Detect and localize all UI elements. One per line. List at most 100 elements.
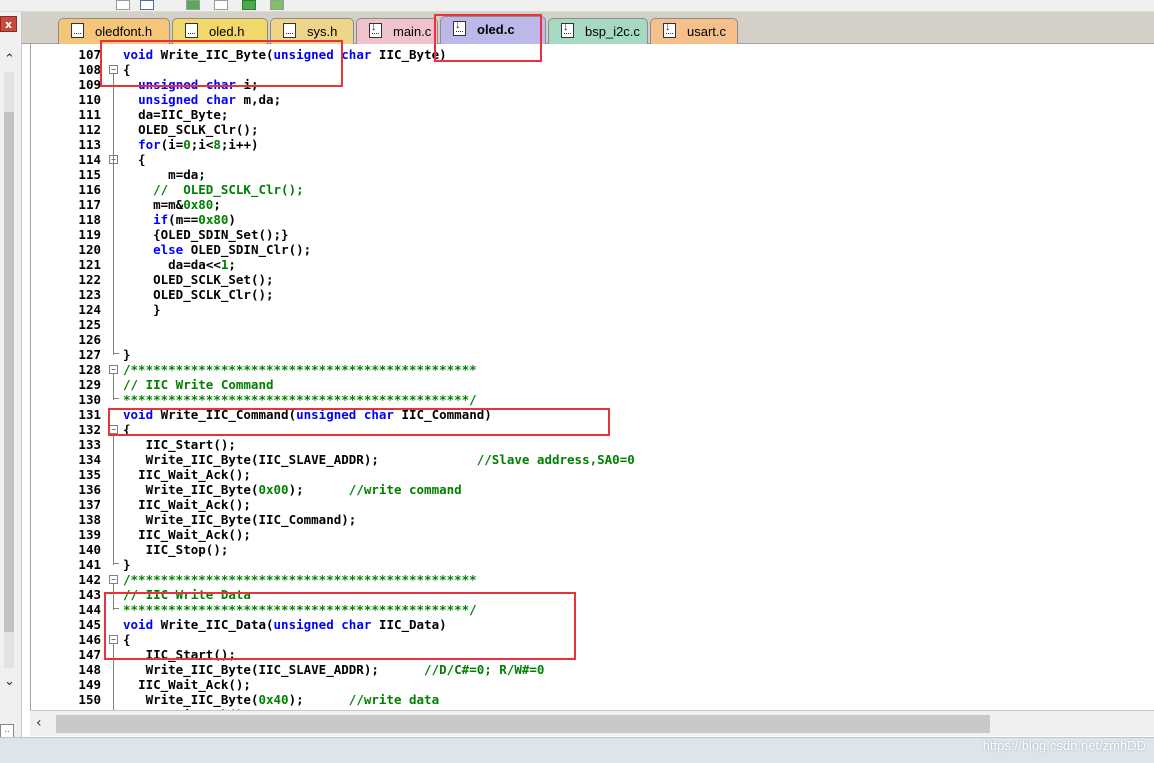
code-text: IIC_Start(); [145,437,236,452]
tab-label: usart.c [687,24,727,39]
vertical-scroll-thumb[interactable] [4,112,14,632]
code-line-143[interactable]: 143 // IIC Write Data [31,587,1154,602]
line-number: 118 [78,212,101,227]
code-line-147[interactable]: 147 IIC_Start(); [31,647,1154,662]
code-text: } [123,347,131,362]
code-line-142[interactable]: 142−/***********************************… [31,572,1154,587]
line-number: 125 [78,317,101,332]
code-line-141[interactable]: 141} [31,557,1154,572]
tab-bsp-i2c-c[interactable]: bsp_i2c.c [548,18,648,44]
image-icon[interactable] [270,0,284,10]
code-line-107[interactable]: 107 void Write_IIC_Byte(unsigned char IIC… [31,47,1154,62]
tab-usart-c[interactable]: usart.c [650,18,738,44]
code-line-130[interactable]: 130 *************************************… [31,392,1154,407]
code-line-123[interactable]: 123 OLED_SCLK_Clr(); [31,287,1154,302]
scroll-down-icon[interactable]: ⌄ [4,674,15,689]
tab-label: sys.h [307,24,338,39]
tab-label: oled.c [477,22,515,37]
line-number: 140 [78,542,101,557]
code-text: /***************************************… [123,572,477,587]
tab-oledfont-h[interactable]: oledfont.h [58,18,170,44]
code-line-112[interactable]: 112 OLED_SCLK_Clr(); [31,122,1154,137]
code-line-135[interactable]: 135 IIC_Wait_Ack(); [31,467,1154,482]
tab-label: oledfont.h [95,24,153,39]
binoculars-icon[interactable] [140,0,154,10]
code-text: Write_IIC_Byte(IIC_Command); [145,512,357,527]
code-line-127[interactable]: 127} [31,347,1154,362]
fold-toggle-icon[interactable]: − [109,425,118,434]
code-line-145[interactable]: 145 void Write_IIC_Data(unsigned char IIC… [31,617,1154,632]
code-text: m=da; [168,167,206,182]
horizontal-scrollbar[interactable]: ‹ [30,710,1154,736]
code-line-150[interactable]: 150 Write_IIC_Byte(0x40); //write data [31,692,1154,707]
line-number: 115 [78,167,101,182]
code-text: } [123,302,161,317]
code-line-148[interactable]: 148 Write_IIC_Byte(IIC_SLAVE_ADDR); //D/… [31,662,1154,677]
code-text: IIC_Stop(); [145,542,229,557]
fold-guide-line [113,374,114,400]
code-line-108[interactable]: 108−{ [31,62,1154,77]
line-number: 110 [78,92,101,107]
code-line-122[interactable]: 122 OLED_SCLK_Set(); [31,272,1154,287]
code-text: if(m==0x80) [153,212,236,227]
code-text: ****************************************… [123,602,477,617]
line-number: 128 [78,362,101,377]
code-line-146[interactable]: 146−{ [31,632,1154,647]
tab-oled-h[interactable]: oled.h [172,18,268,44]
code-line-116[interactable]: 116 // OLED_SCLK_Clr(); [31,182,1154,197]
code-editor[interactable]: 107 void Write_IIC_Byte(unsigned char IIC… [30,44,1154,710]
code-line-119[interactable]: 119 {OLED_SDIN_Set();} [31,227,1154,242]
code-text: // OLED_SCLK_Clr(); [123,182,304,197]
more-icon[interactable]: .. [0,724,14,738]
code-line-140[interactable]: 140 IIC_Stop(); [31,542,1154,557]
code-line-111[interactable]: 111 da=IIC_Byte; [31,107,1154,122]
code-line-144[interactable]: 144 *************************************… [31,602,1154,617]
build-icon[interactable] [186,0,200,10]
code-line-126[interactable]: 126 [31,332,1154,347]
line-number: 112 [78,122,101,137]
code-line-121[interactable]: 121 da=da<<1; [31,257,1154,272]
scroll-left-icon[interactable]: ‹ [36,715,42,731]
code-line-134[interactable]: 134 Write_IIC_Byte(IIC_SLAVE_ADDR); //Sl… [31,452,1154,467]
download-arrow-icon[interactable] [242,0,256,10]
line-number: 143 [78,587,101,602]
line-number: 120 [78,242,101,257]
code-line-139[interactable]: 139 IIC_Wait_Ack(); [31,527,1154,542]
fold-toggle-icon[interactable]: − [109,635,118,644]
code-line-110[interactable]: 110 unsigned char m,da; [31,92,1154,107]
fold-guide-line [113,164,114,310]
document-icon[interactable] [116,0,130,10]
code-line-128[interactable]: 128−/***********************************… [31,362,1154,377]
line-number: 145 [78,617,101,632]
line-number: 141 [78,557,101,572]
code-line-132[interactable]: 132−{ [31,422,1154,437]
code-line-109[interactable]: 109 unsigned char i; [31,77,1154,92]
fold-toggle-icon[interactable]: − [109,575,118,584]
page-icon[interactable] [214,0,228,10]
tab-oled-c[interactable]: oled.c [440,16,546,45]
code-line-138[interactable]: 138 Write_IIC_Byte(IIC_Command); [31,512,1154,527]
code-line-131[interactable]: 131 void Write_IIC_Command(unsigned char … [31,407,1154,422]
code-line-136[interactable]: 136 Write_IIC_Byte(0x00); //write comman… [31,482,1154,497]
code-line-118[interactable]: 118 if(m==0x80) [31,212,1154,227]
code-line-120[interactable]: 120 else OLED_SDIN_Clr(); [31,242,1154,257]
code-line-133[interactable]: 133 IIC_Start(); [31,437,1154,452]
fold-toggle-icon[interactable]: − [109,365,118,374]
fold-toggle-icon[interactable]: − [109,65,118,74]
code-text: Write_IIC_Byte(IIC_SLAVE_ADDR); //D/C#=0… [145,662,545,677]
tab-main-c[interactable]: main.c [356,18,438,44]
code-line-113[interactable]: 113 for(i=0;i<8;i++) [31,137,1154,152]
code-line-124[interactable]: 124 } [31,302,1154,317]
close-icon[interactable]: x [0,16,17,32]
code-line-129[interactable]: 129 // IIC Write Command [31,377,1154,392]
code-line-115[interactable]: 115 m=da; [31,167,1154,182]
code-line-125[interactable]: 125 [31,317,1154,332]
code-line-114[interactable]: 114− { [31,152,1154,167]
code-text: IIC_Wait_Ack(); [138,497,251,512]
scroll-up-icon[interactable]: ⌃ [4,52,15,67]
horizontal-scroll-thumb[interactable] [56,715,990,733]
code-line-137[interactable]: 137 IIC_Wait_Ack(); [31,497,1154,512]
code-line-149[interactable]: 149 IIC_Wait_Ack(); [31,677,1154,692]
tab-sys-h[interactable]: sys.h [270,18,354,44]
code-line-117[interactable]: 117 m=m&0x80; [31,197,1154,212]
